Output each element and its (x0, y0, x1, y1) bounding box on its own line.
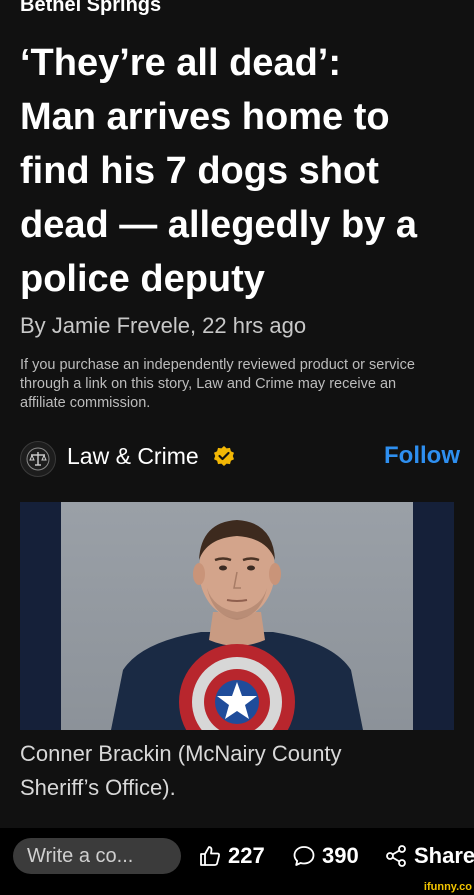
thumbs-up-icon (200, 846, 220, 866)
caption-line: Conner Brackin (McNairy County (20, 741, 342, 766)
disclaimer-line: through a link on this story, Law and Cr… (20, 376, 397, 392)
mugshot-illustration (111, 520, 363, 730)
article-headline: ‘They’re all dead’: Man arrives home to … (20, 36, 460, 306)
photo-caption: Conner Brackin (McNairy County Sheriff’s… (20, 737, 460, 805)
verified-badge-icon (214, 446, 234, 466)
headline-line: police deputy (20, 258, 265, 300)
comment-input[interactable]: Write a co... (13, 838, 181, 874)
share-label: Share (414, 843, 474, 868)
site-watermark: ifunny.co (423, 881, 472, 893)
share-icon (386, 845, 406, 867)
speech-bubble-icon (293, 846, 315, 866)
mugshot-image (61, 502, 413, 730)
disclaimer-line: affiliate commission. (20, 395, 151, 411)
like-count: 227 (228, 843, 265, 868)
affiliate-disclaimer: If you purchase an independently reviewe… (20, 356, 460, 413)
section-label: Bethel Springs (20, 0, 162, 16)
headline-line: dead — allegedly by a (20, 204, 418, 246)
publisher-name[interactable]: Law & Crime (67, 443, 199, 470)
headline-line: ‘They’re all dead’: (20, 42, 341, 84)
headline-line: find his 7 dogs shot (20, 150, 379, 192)
share-button[interactable]: Share (384, 840, 474, 872)
bottom-action-bar: Write a co... 227 390 Share ifunny.co (0, 828, 474, 895)
article-byline: By Jamie Frevele, 22 hrs ago (20, 313, 307, 338)
scales-of-justice-icon (26, 447, 50, 471)
article-photo[interactable] (20, 502, 454, 730)
headline-line: Man arrives home to (20, 96, 390, 138)
article-page: Bethel Springs ‘They’re all dead’: Man a… (0, 0, 474, 895)
comments-button[interactable]: 390 (292, 840, 359, 872)
publisher-logo[interactable] (20, 441, 56, 477)
comment-count: 390 (322, 843, 359, 868)
disclaimer-line: If you purchase an independently reviewe… (20, 357, 415, 373)
caption-line: Sheriff’s Office). (20, 775, 176, 800)
like-button[interactable]: 227 (198, 840, 265, 872)
publisher-row: Law & Crime Follow (20, 440, 460, 480)
follow-button[interactable]: Follow (384, 442, 460, 470)
